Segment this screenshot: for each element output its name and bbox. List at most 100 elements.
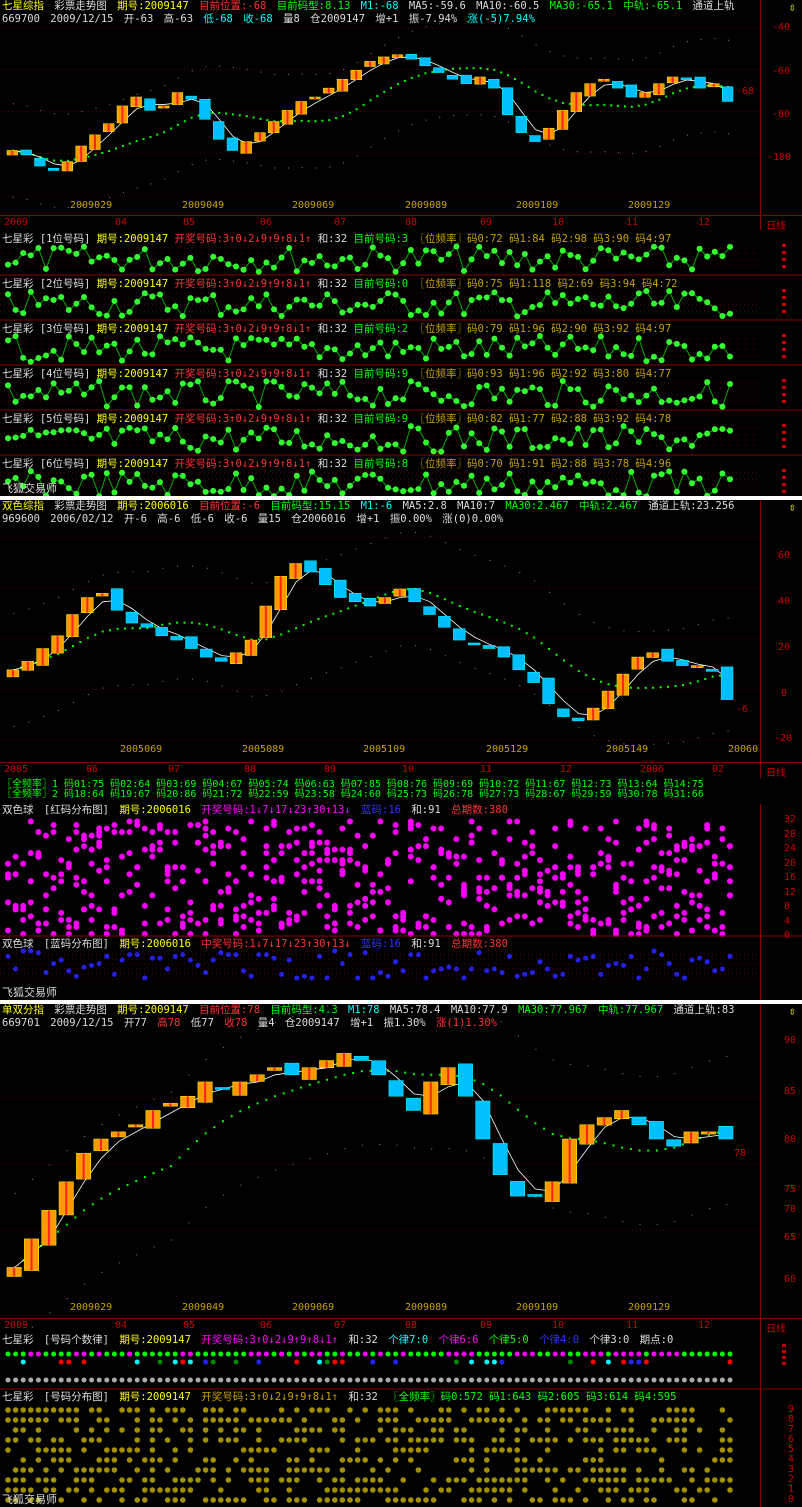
candle-inner [256,1074,259,1082]
digit-dot [377,1487,384,1493]
period-dot [636,1377,642,1383]
digit-dot [73,1407,80,1413]
position-row-dot [126,478,133,485]
position-row-dot [605,247,612,254]
position-row-dot [514,426,521,433]
red-ball-dot [324,857,331,864]
digit-dot [658,1417,665,1423]
ma30-dotted-line [13,1069,728,1269]
red-ball-dot [415,822,422,829]
digit-dot [301,1437,308,1443]
red-ball-dot [103,857,110,864]
count-rule-dot [248,1351,254,1357]
position-row-dot [453,290,460,297]
position-row-dot [255,268,262,275]
period-dot [142,1377,148,1383]
digit-dot [286,1467,293,1473]
position-row-dot [658,357,665,364]
row-axis-tick [782,379,786,382]
digit-dot [240,1467,247,1473]
period-dot [385,1377,391,1383]
position-row-dot [309,441,315,448]
position-row-dot [468,256,475,263]
digit-dot [12,1417,19,1423]
red-ball-dot [476,874,483,881]
digit-dot [712,1497,718,1503]
position-row-dot [552,435,559,442]
position-row-dot [278,383,285,390]
digit-dot [218,1427,224,1433]
digit-dot [689,1477,695,1483]
digit-dot [544,1437,551,1443]
blue-ball-dot [370,975,376,981]
position-row-dot [331,298,338,305]
candle-inner [107,123,110,132]
position-row-dot [575,296,581,303]
position-row-dot [65,247,72,254]
red-ball-dot [27,818,34,825]
red-ball-dot [620,874,627,881]
row-sum: 和:32 [317,458,348,470]
position-row-dot [445,393,452,400]
row-draw: 开奖号码:3↑0↓2↓9↑9↑8↓1↑ [174,458,312,470]
digit-dot [484,1477,490,1483]
digit-dot [484,1447,490,1453]
position-row-dot [240,266,247,273]
position-row-dot [73,380,80,387]
p3-period-label[interactable]: 日线 [766,1320,786,1334]
candle-inner [86,597,89,613]
p2-ytick: 0 [781,688,788,699]
position-row-dot [96,349,103,356]
digit-dot [552,1467,558,1473]
blue-dist-sub: [蓝码分布图] [43,938,109,950]
digit-dot [324,1467,331,1473]
red-ball-dot [575,867,581,874]
blue-ball-dot [256,952,262,958]
p3-ytick: 75 [784,1184,797,1195]
position-row-dot [696,295,703,302]
candle-bar [334,579,347,598]
count-rule-dot [643,1359,649,1365]
digit-dot [514,1467,520,1473]
period-dot [499,1377,505,1383]
blue-ball-dot [263,952,269,958]
p2-month: 02 [712,764,725,775]
position-row-dot [537,489,543,496]
count-rule-dot [499,1351,505,1357]
digit-dot [674,1437,680,1443]
count-rule-dot [104,1351,110,1357]
digit-dot [309,1407,315,1413]
digit-dot [415,1497,422,1503]
red-ball-dot [582,895,589,902]
digit-dot [81,1447,87,1453]
red-ball-dot [521,913,528,920]
red-ball-dot [81,906,87,913]
p2-period-label[interactable]: 日线 [766,764,786,778]
red-ball-dot [263,874,270,881]
digit-dot [28,1437,34,1443]
red-ball-dot [354,860,361,867]
position-row-dot [324,380,331,387]
red-ball-dot [704,906,711,913]
period-dot [446,1377,452,1383]
p1-period-label[interactable]: 日线 [766,217,786,230]
digit-dot [347,1487,353,1493]
candle-inner [551,1181,554,1202]
digit-dot [240,1447,247,1453]
candle-inner [547,128,550,140]
blue-ball-dot [210,957,216,963]
count-rule-dot [552,1351,558,1357]
row-freq: 〖位频率〗码0:93 码1:96 码2:92 码3:80 码4:77 [414,368,672,380]
digit-dot [514,1447,520,1453]
digit-dot [263,1477,270,1483]
digit-dot [689,1497,695,1503]
candle-inner [152,1110,155,1129]
digit-dot [522,1477,528,1483]
blue-ball-dot [621,962,627,968]
position-row-dot [195,447,201,454]
candle-inner [65,1181,68,1215]
position-row-dot [727,243,733,250]
red-ball-dot [157,920,163,927]
digit-dot [484,1417,490,1423]
position-row-dot [438,448,445,455]
